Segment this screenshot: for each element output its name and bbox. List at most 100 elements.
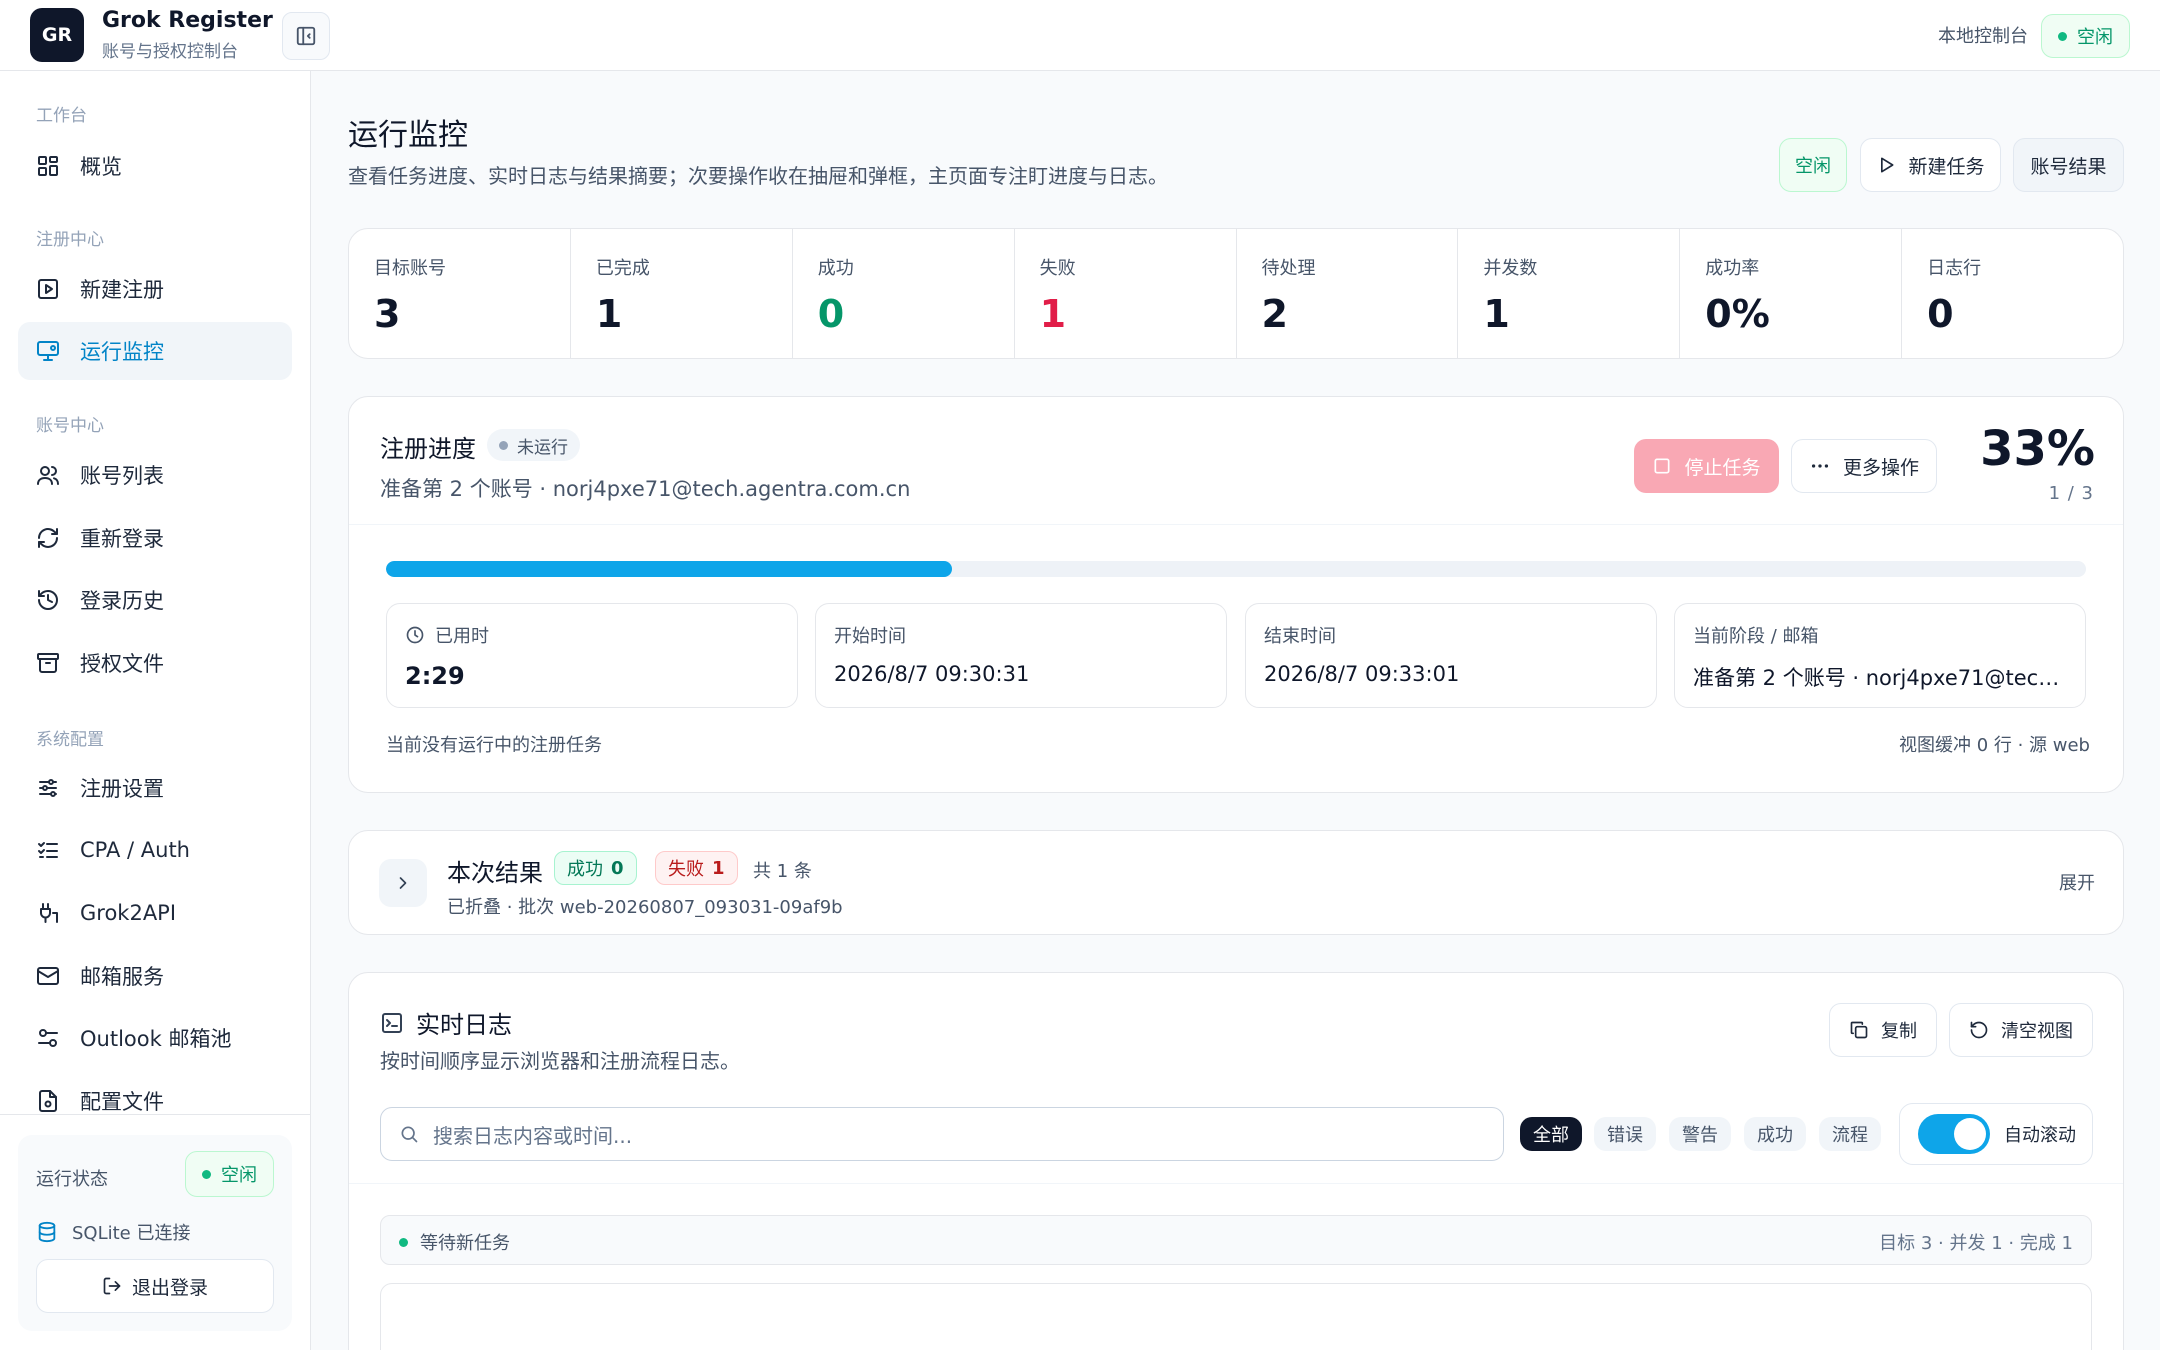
sidebar-toggle-button[interactable] <box>282 12 330 60</box>
toggles-icon <box>38 1029 58 1047</box>
elapsed-value: 2:29 <box>405 662 465 690</box>
filter-warning[interactable]: 警告 <box>1669 1117 1731 1151</box>
sidebar-item-auth-files[interactable]: 授权文件 <box>18 634 292 692</box>
sidebar-item-label: Grok2API <box>80 901 177 925</box>
terminal-icon <box>382 1013 402 1033</box>
progress-bar-fill <box>386 561 953 577</box>
header-status-badge: 空闲 <box>1779 138 1847 192</box>
log-search-placeholder: 搜索日志内容或时间... <box>433 1123 633 1148</box>
log-waiting-text: 等待新任务 <box>420 1233 510 1254</box>
app-title: Grok Register <box>102 8 273 33</box>
sidebar-item-label: 注册设置 <box>80 777 164 801</box>
history-icon <box>38 590 58 610</box>
stage-value: 准备第 2 个账号 · norj4pxe71@tech.agentra.com.… <box>1693 666 2085 690</box>
elapsed-label: 已用时 <box>435 626 489 647</box>
stat-label: 成功 <box>817 258 854 279</box>
clock-icon <box>406 626 424 644</box>
copy-label: 复制 <box>1881 1021 1917 1042</box>
sidebar-item-overview[interactable]: 概览 <box>18 137 292 195</box>
stat-label: 已完成 <box>595 258 650 279</box>
app-subtitle: 账号与授权控制台 <box>102 42 238 62</box>
ellipsis-icon <box>1811 464 1829 468</box>
list-check-icon <box>38 842 58 858</box>
new-task-label: 新建任务 <box>1908 155 1985 178</box>
sidebar-item-register-settings[interactable]: 注册设置 <box>18 759 292 817</box>
logout-icon <box>103 1277 121 1295</box>
sidebar-item-mail-service[interactable]: 邮箱服务 <box>18 947 292 1005</box>
copy-icon <box>1850 1021 1868 1039</box>
logout-label: 退出登录 <box>131 1276 208 1299</box>
filter-error[interactable]: 错误 <box>1594 1117 1656 1151</box>
refresh-icon <box>38 528 58 548</box>
panel-left-icon <box>296 26 316 46</box>
autoscroll-control[interactable]: 自动滚动 <box>1899 1103 2093 1165</box>
stats-strip: 目标账号 3 已完成 1 成功 0 失败 1 待处理 2 并发数 1 成功率 0% 日志行 0 <box>348 228 2124 359</box>
sidebar-item-label: 概览 <box>80 155 122 179</box>
autoscroll-toggle[interactable] <box>1918 1114 1990 1154</box>
progress-percent: 33% <box>1980 421 2095 477</box>
database-icon <box>38 1221 56 1243</box>
sidebar-item-grok2api[interactable]: Grok2API <box>18 884 292 942</box>
fail-count: 1 <box>712 857 725 879</box>
log-output[interactable] <box>380 1283 2092 1350</box>
chevron-right-icon <box>399 877 407 889</box>
expand-results-button[interactable] <box>379 859 427 907</box>
log-card: 实时日志 按时间顺序显示浏览器和注册流程日志。 复制 清空视图 搜索日志内容或时… <box>348 972 2124 1350</box>
new-task-button[interactable]: 新建任务 <box>1860 138 2001 192</box>
stat-cell: 目标账号 3 <box>349 229 571 358</box>
sidebar-item-cpa-auth[interactable]: CPA / Auth <box>18 821 292 879</box>
progress-footer-status: 当前没有运行中的注册任务 <box>386 735 602 756</box>
stat-label: 日志行 <box>1927 258 1982 279</box>
start-time-value: 2026/8/7 09:30:31 <box>834 662 1030 686</box>
top-status-text: 空闲 <box>2077 27 2113 48</box>
page-description: 查看任务进度、实时日志与结果摘要；次要操作收在抽屉和弹框，主页面专注盯进度与日志… <box>348 164 1168 188</box>
success-count-badge: 成功 0 <box>554 851 637 885</box>
status-dot-icon <box>399 1237 408 1247</box>
logout-button[interactable]: 退出登录 <box>36 1259 274 1313</box>
more-actions-button[interactable]: 更多操作 <box>1791 439 1937 493</box>
stat-cell: 成功率 0% <box>1680 229 1903 358</box>
status-dot-icon <box>202 1169 211 1179</box>
monitor-icon <box>37 341 59 361</box>
sidebar-item-new-register[interactable]: 新建注册 <box>18 260 292 318</box>
filter-flow[interactable]: 流程 <box>1819 1117 1881 1151</box>
sidebar-footer: 运行状态 空闲 SQLite 已连接 退出登录 <box>0 1114 311 1350</box>
results-total: 共 1 条 <box>753 861 812 882</box>
elapsed-box: 已用时 2:29 <box>386 603 798 708</box>
local-console-label: 本地控制台 <box>1938 26 2028 47</box>
sidebar-item-monitor[interactable]: 运行监控 <box>18 322 292 380</box>
sidebar-item-label: 登录历史 <box>80 589 164 613</box>
status-dot-icon <box>2058 31 2067 41</box>
run-state-label: 运行状态 <box>36 1169 108 1190</box>
progress-bar <box>386 561 2086 577</box>
clear-view-button[interactable]: 清空视图 <box>1949 1003 2093 1057</box>
top-bar: GR Grok Register 账号与授权控制台 本地控制台 空闲 <box>0 0 2160 71</box>
stat-value: 1 <box>595 292 623 336</box>
app-logo: GR <box>30 8 84 62</box>
file-gear-icon <box>39 1090 57 1112</box>
filter-success[interactable]: 成功 <box>1744 1117 1806 1151</box>
stop-task-button[interactable]: 停止任务 <box>1634 439 1779 493</box>
sidebar-item-login-history[interactable]: 登录历史 <box>18 571 292 629</box>
expand-link[interactable]: 展开 <box>2059 869 2095 895</box>
stat-cell: 日志行 0 <box>1902 229 2123 358</box>
fail-count-badge: 失败 1 <box>655 851 738 885</box>
sidebar-item-relogin[interactable]: 重新登录 <box>18 509 292 567</box>
sidebar-item-account-list[interactable]: 账号列表 <box>18 446 292 504</box>
sidebar-item-label: 邮箱服务 <box>80 965 164 989</box>
sidebar-section-system: 系统配置 <box>36 730 104 750</box>
progress-state-badge: 未运行 <box>487 429 580 461</box>
account-results-button[interactable]: 账号结果 <box>2013 138 2124 192</box>
sidebar-item-label: CPA / Auth <box>80 838 190 862</box>
progress-subtitle: 准备第 2 个账号 · norj4pxe71@tech.agentra.com.… <box>380 477 911 501</box>
sidebar-item-label: 运行监控 <box>80 340 164 364</box>
log-search-input[interactable]: 搜索日志内容或时间... <box>380 1107 1504 1161</box>
log-status-bar: 等待新任务 目标 3 · 并发 1 · 完成 1 <box>380 1215 2092 1265</box>
status-dot-icon <box>499 440 508 450</box>
filter-all[interactable]: 全部 <box>1520 1117 1582 1151</box>
start-time-box: 开始时间 2026/8/7 09:30:31 <box>815 603 1227 708</box>
results-card: 本次结果 成功 0 失败 1 共 1 条 已折叠 · 批次 web-202608… <box>348 830 2124 935</box>
copy-log-button[interactable]: 复制 <box>1829 1003 1937 1057</box>
search-icon <box>401 1126 418 1143</box>
sidebar-item-outlook-pool[interactable]: Outlook 邮箱池 <box>18 1009 292 1067</box>
